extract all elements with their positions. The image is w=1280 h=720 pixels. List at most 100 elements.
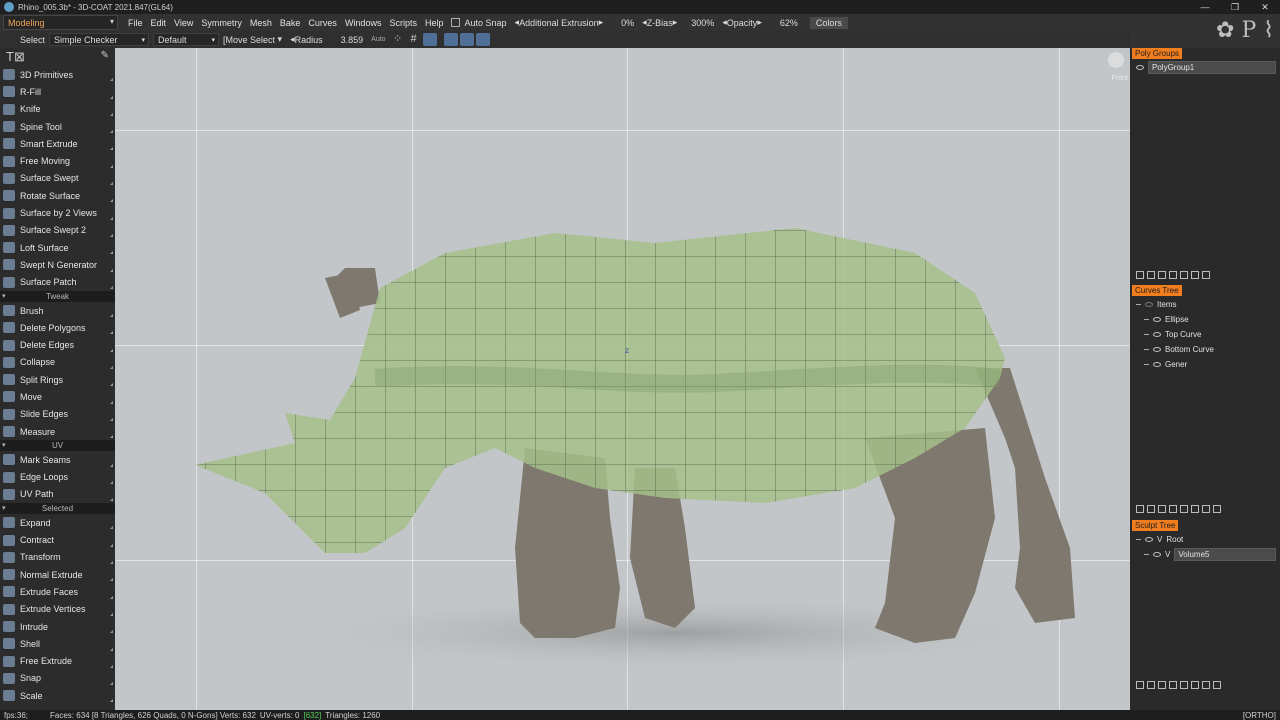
move-icon[interactable] <box>1213 681 1221 689</box>
eye-icon[interactable] <box>1153 347 1161 352</box>
merge-icon[interactable] <box>1158 681 1166 689</box>
extrusion-control[interactable]: ◂ Additional Extrusion ▸ <box>511 17 608 28</box>
curve-item[interactable]: Gener <box>1130 357 1280 372</box>
tool-measure[interactable]: Measure <box>0 423 115 440</box>
pen-icon[interactable]: ✎ <box>101 50 109 61</box>
view-cube-icon[interactable] <box>1108 52 1124 68</box>
eye-icon[interactable] <box>1153 552 1161 557</box>
move-icon[interactable] <box>1213 505 1221 513</box>
tool-surface-swept-2[interactable]: Surface Swept 2 <box>0 222 115 239</box>
tool-swept-n-generator[interactable]: Swept N Generator <box>0 256 115 273</box>
tool-slide-edges[interactable]: Slide Edges <box>0 406 115 423</box>
move-select-dropdown[interactable]: [Move Select ▾ <box>219 34 286 45</box>
faces-icon[interactable] <box>422 33 437 46</box>
colors-button[interactable]: Colors <box>809 16 848 29</box>
menu-curves[interactable]: Curves <box>304 18 341 28</box>
transform-icon[interactable] <box>443 33 458 46</box>
auto-snap-toggle[interactable]: Auto Snap <box>447 18 510 28</box>
tool-expand[interactable]: Expand <box>0 514 115 531</box>
menu-edit[interactable]: Edit <box>147 18 171 28</box>
tool-delete-edges[interactable]: Delete Edges <box>0 336 115 353</box>
collapse-icon[interactable] <box>1144 364 1149 365</box>
new-curve-icon[interactable] <box>1136 505 1144 513</box>
tool-brush[interactable]: Brush <box>0 302 115 319</box>
tool-surface-patch[interactable]: Surface Patch <box>0 274 115 291</box>
eye-icon[interactable] <box>1136 65 1144 70</box>
room-select[interactable]: Modeling ▾ <box>3 15 118 30</box>
menu-windows[interactable]: Windows <box>341 18 386 28</box>
tool-mark-seams[interactable]: Mark Seams <box>0 451 115 468</box>
radius-control[interactable]: ◂ Radius <box>286 34 327 45</box>
tool-collapse[interactable]: Collapse <box>0 354 115 371</box>
pen-icon[interactable] <box>1169 505 1177 513</box>
curve-item[interactable]: Top Curve <box>1130 327 1280 342</box>
tool-rotate-surface[interactable]: Rotate Surface <box>0 187 115 204</box>
v-toggle[interactable]: V <box>1165 550 1170 559</box>
settings-icon[interactable] <box>1169 681 1177 689</box>
delete-icon[interactable] <box>1202 505 1210 513</box>
tool-delete-polygons[interactable]: Delete Polygons <box>0 319 115 336</box>
tool-surface-swept[interactable]: Surface Swept <box>0 170 115 187</box>
section-selected[interactable]: ▾ Selected <box>0 503 115 515</box>
checker-dropdown[interactable]: Simple Checker ▾ <box>49 33 150 46</box>
minimize-button[interactable]: — <box>1190 0 1220 14</box>
collapse-icon[interactable] <box>1144 334 1149 335</box>
tool-split-rings[interactable]: Split Rings <box>0 371 115 388</box>
tool-free-extrude[interactable]: Free Extrude <box>0 653 115 670</box>
tool-snap[interactable]: Snap <box>0 670 115 687</box>
menu-bake[interactable]: Bake <box>276 18 305 28</box>
collapse-icon[interactable] <box>1136 539 1141 540</box>
collapse-icon[interactable] <box>1144 319 1149 320</box>
menu-scripts[interactable]: Scripts <box>385 18 421 28</box>
add-icon[interactable] <box>1180 505 1188 513</box>
tool-edge-loops[interactable]: Edge Loops <box>0 469 115 486</box>
tool-shell[interactable]: Shell <box>0 635 115 652</box>
restore-button[interactable]: ❐ <box>1220 0 1250 14</box>
tab-poly-groups[interactable]: Poly Groups <box>1132 48 1183 59</box>
tool-loft-surface[interactable]: Loft Surface <box>0 239 115 256</box>
menu-view[interactable]: View <box>170 18 197 28</box>
duplicate-icon[interactable] <box>1158 505 1166 513</box>
curves-root[interactable]: Items <box>1130 297 1280 312</box>
tool-r-fill[interactable]: R-Fill <box>0 83 115 100</box>
add-icon[interactable] <box>1136 271 1144 279</box>
tool-smart-extrude[interactable]: Smart Extrude <box>0 135 115 152</box>
curve-item[interactable]: Bottom Curve <box>1130 342 1280 357</box>
opacity-value[interactable]: 62% <box>776 18 802 28</box>
layers-icon[interactable] <box>1191 681 1199 689</box>
tool-knife[interactable]: Knife <box>0 101 115 118</box>
delete-icon[interactable] <box>1202 271 1210 279</box>
tool-free-moving[interactable]: Free Moving <box>0 152 115 169</box>
tool-contract[interactable]: Contract <box>0 531 115 548</box>
tool-intrude[interactable]: Intrude <box>0 618 115 635</box>
tool-3d-primitives[interactable]: 3D Primitives <box>0 66 115 83</box>
move-icon[interactable] <box>475 33 490 46</box>
list-icon[interactable] <box>1191 271 1199 279</box>
3d-viewport[interactable]: z Front <box>115 48 1130 710</box>
merge-icon[interactable] <box>1180 271 1188 279</box>
sculpt-root[interactable]: V Root <box>1130 532 1280 547</box>
duplicate-icon[interactable] <box>1147 271 1155 279</box>
duplicate-icon[interactable] <box>1147 681 1155 689</box>
tool-move[interactable]: Move <box>0 388 115 405</box>
section-tweak[interactable]: ▾ Tweak <box>0 290 115 302</box>
grid-icon[interactable] <box>1158 271 1166 279</box>
eye-icon[interactable] <box>1153 317 1161 322</box>
eye-icon[interactable] <box>1153 332 1161 337</box>
select-label[interactable]: Select <box>16 35 49 45</box>
zbias-value[interactable]: 300% <box>687 18 718 28</box>
menu-symmetry[interactable]: Symmetry <box>197 18 246 28</box>
section-uv[interactable]: ▾ UV <box>0 440 115 452</box>
extrusion-value[interactable]: 0% <box>617 18 638 28</box>
curve-item[interactable]: Ellipse <box>1130 312 1280 327</box>
eye-icon[interactable] <box>1153 362 1161 367</box>
close-button[interactable]: ✕ <box>1250 0 1280 14</box>
polygroup-item[interactable]: PolyGroup1 <box>1130 60 1280 75</box>
auto-snap-checkbox[interactable] <box>451 18 461 27</box>
delete-icon[interactable] <box>1202 681 1210 689</box>
tool-normal-extrude[interactable]: Normal Extrude <box>0 566 115 583</box>
eye-icon[interactable] <box>1145 537 1153 542</box>
zbias-control[interactable]: ◂ Z-Bias ▸ <box>638 17 681 28</box>
edit-icon[interactable] <box>1147 505 1155 513</box>
menu-help[interactable]: Help <box>421 18 448 28</box>
